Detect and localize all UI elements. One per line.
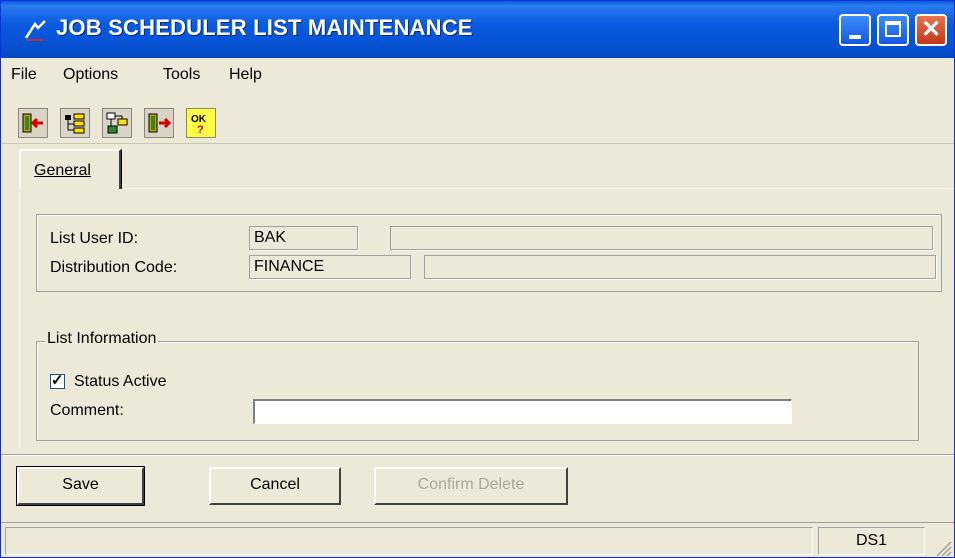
svg-text:?: ? xyxy=(197,124,204,135)
menu-help[interactable]: Help xyxy=(229,66,262,84)
status-active-label[interactable]: Status Active xyxy=(74,373,167,391)
distribution-code-label: Distribution Code: xyxy=(50,259,178,276)
list-user-id-label: List User ID: xyxy=(50,230,139,247)
distribution-code-description xyxy=(424,255,936,279)
toolbar: OK? xyxy=(1,93,954,144)
confirm-delete-button: Confirm Delete xyxy=(374,467,568,505)
save-button[interactable]: Save xyxy=(16,466,145,506)
status-bar: DS1 xyxy=(1,522,954,557)
workflow-button[interactable] xyxy=(102,108,132,138)
resize-grip-icon[interactable] xyxy=(934,539,952,557)
menu-options[interactable]: Options xyxy=(63,66,118,84)
status-message xyxy=(5,527,813,555)
comment-input[interactable] xyxy=(253,399,792,424)
list-information-legend: List Information xyxy=(45,330,159,348)
minimize-icon xyxy=(849,35,861,39)
tree-icon xyxy=(65,113,85,134)
tree-button[interactable] xyxy=(60,108,90,138)
close-icon: ✕ xyxy=(921,16,942,43)
app-icon xyxy=(24,20,46,41)
exit-right-icon xyxy=(148,113,171,133)
cancel-button[interactable]: Cancel xyxy=(209,467,341,505)
app-window: JOB SCHEDULER LIST MAINTENANCE ✕ File Op… xyxy=(0,0,955,558)
maximize-button[interactable] xyxy=(877,14,909,46)
menu-file[interactable]: File xyxy=(11,66,37,84)
maximize-icon xyxy=(885,21,901,37)
workflow-icon xyxy=(106,112,128,134)
tab-general-label: General xyxy=(34,162,91,179)
menu-tools[interactable]: Tools xyxy=(163,66,200,84)
window-title: JOB SCHEDULER LIST MAINTENANCE xyxy=(56,15,473,40)
divider xyxy=(1,454,954,455)
exit-right-button[interactable] xyxy=(144,108,174,138)
exit-button[interactable] xyxy=(18,108,48,138)
close-button[interactable]: ✕ xyxy=(915,14,947,46)
tab-general[interactable]: General xyxy=(19,149,121,189)
list-information-group: List Information xyxy=(36,330,919,441)
minimize-button[interactable] xyxy=(839,14,871,46)
comment-label: Comment: xyxy=(50,402,124,419)
title-bar[interactable]: JOB SCHEDULER LIST MAINTENANCE ✕ xyxy=(1,1,954,58)
menu-bar: File Options Tools Help xyxy=(1,59,954,91)
status-active-checkbox[interactable]: ✓ xyxy=(50,372,65,389)
distribution-code-field: FINANCE xyxy=(249,255,411,279)
list-user-id-description xyxy=(390,226,933,250)
ok-help-button[interactable]: OK? xyxy=(186,108,216,138)
ok-help-icon: OK? xyxy=(191,114,207,135)
checkmark-icon: ✓ xyxy=(51,372,64,389)
exit-icon xyxy=(22,113,43,133)
status-session: DS1 xyxy=(818,527,925,555)
list-user-id-field: BAK xyxy=(249,226,358,250)
